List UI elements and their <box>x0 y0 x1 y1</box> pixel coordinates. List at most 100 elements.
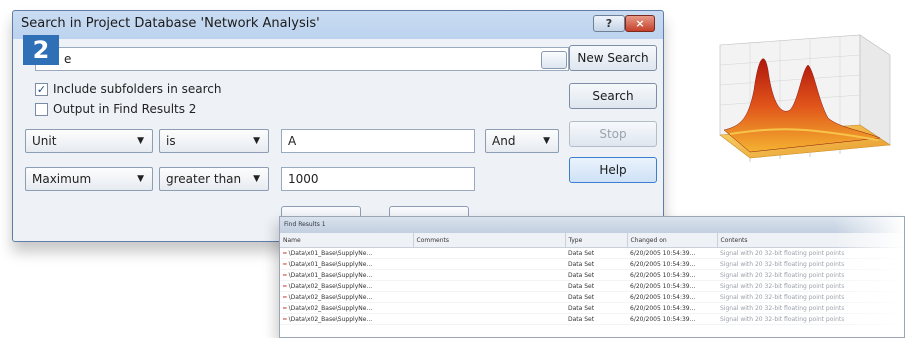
result-name-cell-text: \Data\x02_Base\SupplyNe... <box>288 282 373 290</box>
result-name-cell-text: \Data\x01_Base\SupplyNe... <box>288 271 373 279</box>
criterion-1-operator-select[interactable]: is ▼ <box>159 129 269 153</box>
result-type-cell-text: Data Set <box>568 282 595 290</box>
criterion-2-operator-select[interactable]: greater than ▼ <box>159 167 269 191</box>
result-type-cell: Data Set <box>565 302 627 314</box>
result-type-cell: Data Set <box>565 269 627 281</box>
result-changed-cell-text: 6/20/2005 10:54:39... <box>630 282 696 290</box>
result-type-cell: Data Set <box>565 313 627 325</box>
result-name-cell-text: \Data\x01_Base\SupplyNe... <box>288 260 373 268</box>
signal-icon: ━ <box>283 282 287 290</box>
find-results-table: Name Comments Type Changed on Contents ━… <box>280 233 904 325</box>
result-contents-cell-text: Signal with 20 32-bit floating point poi… <box>720 293 845 301</box>
result-changed-cell: 6/20/2005 10:54:39... <box>627 269 717 281</box>
question-icon: ? <box>605 17 613 30</box>
help-button[interactable]: Help <box>569 157 657 183</box>
criterion-2-field: Maximum <box>32 172 92 186</box>
result-contents-cell: Signal with 20 32-bit floating point poi… <box>717 291 904 303</box>
result-comments-cell <box>413 258 565 270</box>
result-name-cell: ━ \Data\x02_Base\SupplyNe... <box>280 313 413 325</box>
result-changed-cell: 6/20/2005 10:54:39... <box>627 247 717 259</box>
table-row[interactable]: ━ \Data\x01_Base\SupplyNe... Data Set 6/20/… <box>280 258 904 270</box>
output-find-results-row[interactable]: Output in Find Results 2 <box>35 101 196 117</box>
criterion-1-field: Unit <box>32 134 57 148</box>
signal-icon: ━ <box>283 249 287 257</box>
browse-button[interactable] <box>541 51 567 69</box>
result-name-cell: ━ \Data\x01_Base\SupplyNe... <box>280 247 413 259</box>
result-type-cell-text: Data Set <box>568 249 595 257</box>
result-name-cell: ━ \Data\x01_Base\SupplyNe... <box>280 258 413 270</box>
result-changed-cell: 6/20/2005 10:54:39... <box>627 280 717 292</box>
result-name-cell: ━ \Data\x01_Base\SupplyNe... <box>280 269 413 281</box>
search-button[interactable]: Search <box>569 83 657 109</box>
signal-icon: ━ <box>283 271 287 279</box>
result-type-cell-text: Data Set <box>568 271 595 279</box>
column-header-comments[interactable]: Comments <box>413 233 566 248</box>
column-header-name[interactable]: Name <box>280 233 414 248</box>
table-row[interactable]: ━ \Data\x02_Base\SupplyNe... Data Set 6/20/… <box>280 302 904 314</box>
criterion-1-operator: is <box>166 134 176 148</box>
title-help-button[interactable]: ? <box>593 15 625 32</box>
include-subfolders-checkbox[interactable]: ✓ <box>35 82 48 96</box>
step-number-badge: 2 <box>23 35 59 65</box>
table-row[interactable]: ━ \Data\x02_Base\SupplyNe... Data Set 6/20/… <box>280 313 904 325</box>
result-type-cell: Data Set <box>565 247 627 259</box>
criterion-1-value-input[interactable]: A <box>281 129 475 153</box>
close-icon: × <box>635 17 645 30</box>
column-header-changed-on[interactable]: Changed on <box>627 233 718 248</box>
result-name-cell-text: \Data\x01_Base\SupplyNe... <box>288 249 373 257</box>
signal-icon: ━ <box>283 260 287 268</box>
result-type-cell-text: Data Set <box>568 315 595 323</box>
output-find-results-checkbox[interactable] <box>35 102 48 116</box>
result-contents-cell-text: Signal with 20 32-bit floating point poi… <box>720 315 845 323</box>
new-search-button[interactable]: New Search <box>569 45 657 71</box>
criterion-2-value: 1000 <box>288 172 319 186</box>
signal-icon: ━ <box>283 315 287 323</box>
criterion-1-logic: And <box>492 134 516 148</box>
result-changed-cell-text: 6/20/2005 10:54:39... <box>630 271 696 279</box>
result-contents-cell: Signal with 20 32-bit floating point poi… <box>717 313 904 325</box>
criterion-1-field-select[interactable]: Unit ▼ <box>25 129 153 153</box>
include-subfolders-row[interactable]: ✓ Include subfolders in search <box>35 81 222 97</box>
dialog-title: Search in Project Database 'Network Anal… <box>21 16 320 31</box>
output-find-results-label: Output in Find Results 2 <box>53 102 197 116</box>
result-changed-cell: 6/20/2005 10:54:39... <box>627 302 717 314</box>
stop-button[interactable]: Stop <box>569 121 657 147</box>
table-row[interactable]: ━ \Data\x01_Base\SupplyNe... Data Set 6/20/… <box>280 269 904 281</box>
chevron-down-icon: ▼ <box>137 174 144 184</box>
title-close-button[interactable]: × <box>625 15 655 32</box>
result-name-cell: ━ \Data\x02_Base\SupplyNe... <box>280 280 413 292</box>
column-header-type[interactable]: Type <box>565 233 628 248</box>
result-comments-cell <box>413 247 565 259</box>
chevron-down-icon: ▼ <box>253 136 260 146</box>
find-results-title: Find Results 1 <box>280 217 904 233</box>
criterion-1-logic-select[interactable]: And ▼ <box>485 129 559 153</box>
table-row[interactable]: ━ \Data\x01_Base\SupplyNe... Data Set 6/20/… <box>280 247 904 259</box>
result-name-cell: ━ \Data\x02_Base\SupplyNe... <box>280 302 413 314</box>
result-contents-cell-text: Signal with 20 32-bit floating point poi… <box>720 260 845 268</box>
result-comments-cell <box>413 291 565 303</box>
column-header-contents[interactable]: Contents <box>717 233 904 248</box>
result-type-cell-text: Data Set <box>568 260 595 268</box>
result-contents-cell-text: Signal with 20 32-bit floating point poi… <box>720 304 845 312</box>
result-changed-cell: 6/20/2005 10:54:39... <box>627 291 717 303</box>
result-type-cell: Data Set <box>565 291 627 303</box>
result-changed-cell-text: 6/20/2005 10:54:39... <box>630 315 696 323</box>
table-row[interactable]: ━ \Data\x02_Base\SupplyNe... Data Set 6/20/… <box>280 280 904 292</box>
result-type-cell: Data Set <box>565 258 627 270</box>
signal-icon: ━ <box>283 293 287 301</box>
result-changed-cell-text: 6/20/2005 10:54:39... <box>630 304 696 312</box>
search-name-input[interactable]: e <box>35 47 569 71</box>
chevron-down-icon: ▼ <box>137 136 144 146</box>
result-name-cell-text: \Data\x02_Base\SupplyNe... <box>288 293 373 301</box>
result-contents-cell: Signal with 20 32-bit floating point poi… <box>717 280 904 292</box>
result-changed-cell-text: 6/20/2005 10:54:39... <box>630 249 696 257</box>
table-row[interactable]: ━ \Data\x02_Base\SupplyNe... Data Set 6/20/… <box>280 291 904 303</box>
result-comments-cell <box>413 280 565 292</box>
chevron-down-icon: ▼ <box>543 136 550 146</box>
dialog-title-bar[interactable]: Search in Project Database 'Network Anal… <box>13 11 663 38</box>
search-dialog: Search in Project Database 'Network Anal… <box>12 10 664 242</box>
criterion-2-field-select[interactable]: Maximum ▼ <box>25 167 153 191</box>
chevron-down-icon: ▼ <box>253 174 260 184</box>
criterion-2-value-input[interactable]: 1000 <box>281 167 475 191</box>
result-contents-cell: Signal with 20 32-bit floating point poi… <box>717 247 904 259</box>
